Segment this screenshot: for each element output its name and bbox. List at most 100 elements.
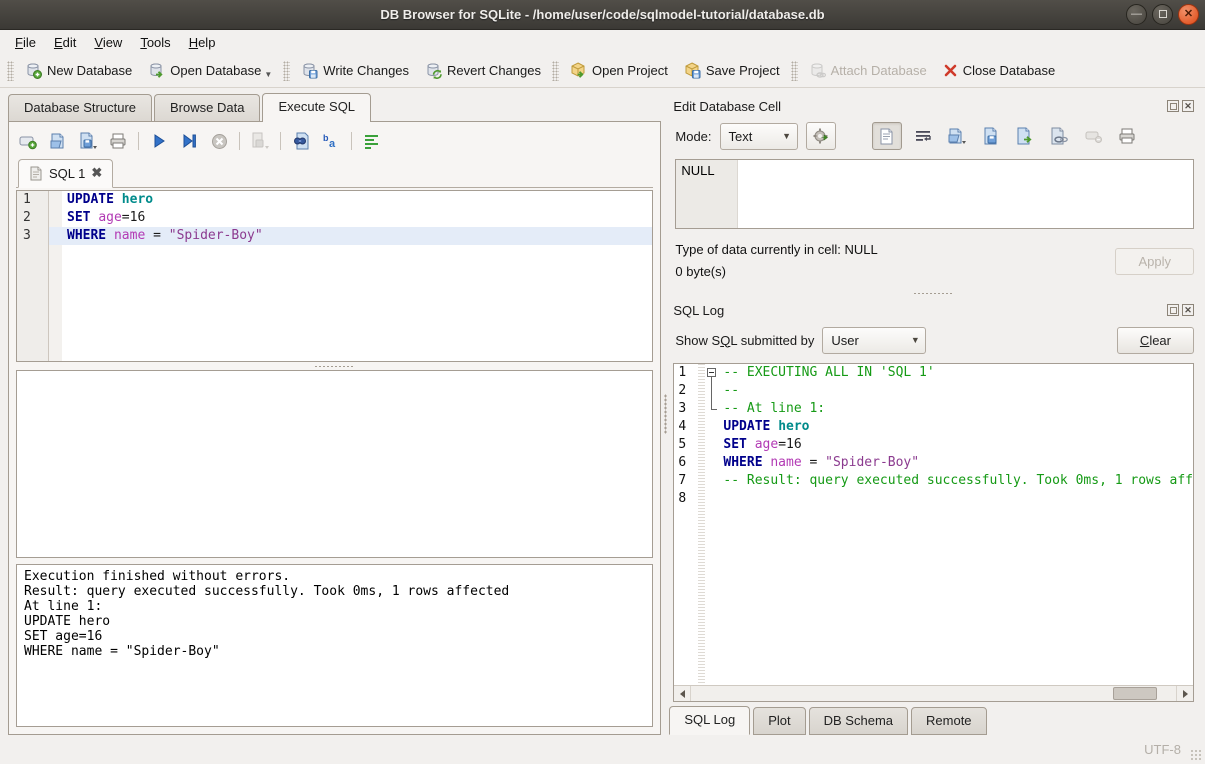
dock-splitter[interactable]: [669, 289, 1196, 297]
open-sql-tab-button[interactable]: [18, 131, 38, 151]
code-token: WHERE: [67, 228, 106, 243]
sql-log-line[interactable]: 5SET age=16: [674, 436, 1193, 454]
close-dock-icon[interactable]: ✕: [1182, 100, 1194, 112]
menu-view[interactable]: View: [85, 32, 131, 53]
scrollbar-track[interactable]: [691, 686, 1176, 701]
maximize-button[interactable]: [1152, 4, 1173, 25]
scrollbar-thumb[interactable]: [1113, 687, 1157, 700]
close-sql-tab-icon[interactable]: ✖: [91, 165, 102, 181]
execute-current-line-button[interactable]: [179, 131, 199, 151]
code-token: [747, 437, 755, 452]
sql-log-line[interactable]: 1-- EXECUTING ALL IN 'SQL 1': [674, 364, 1193, 382]
save-as-template-button[interactable]: [1013, 124, 1038, 148]
print-sql-button[interactable]: [108, 131, 128, 151]
menu-tools[interactable]: Tools: [131, 32, 179, 53]
open-project-button[interactable]: Open Project: [562, 58, 676, 83]
close-dock-icon[interactable]: ✕: [1182, 304, 1194, 316]
toolbar-separator: [239, 132, 240, 150]
close-database-icon: [943, 63, 958, 78]
code-token: name: [114, 228, 145, 243]
code-text: WHERE name = "Spider-Boy": [720, 454, 1193, 472]
cell-editor-area[interactable]: NULL: [675, 159, 1194, 229]
tab-plot[interactable]: Plot: [753, 707, 805, 735]
splitter-handle[interactable]: [16, 362, 653, 370]
code-text[interactable]: WHERE name = "Spider-Boy": [62, 227, 652, 245]
sql-log-empty-area[interactable]: [674, 508, 1193, 685]
tab-remote[interactable]: Remote: [911, 707, 987, 735]
fold-margin: [49, 227, 62, 245]
code-token: --: [723, 383, 739, 398]
tab-browse-data[interactable]: Browse Data: [154, 94, 260, 121]
code-token: SET: [723, 437, 746, 452]
float-dock-icon[interactable]: [1167, 100, 1179, 112]
vertical-splitter[interactable]: [661, 93, 669, 735]
sql-log-line[interactable]: 6WHERE name = "Spider-Boy": [674, 454, 1193, 472]
code-token: -- Result: query executed successfully. …: [723, 473, 1193, 488]
open-database-dropdown-icon[interactable]: ▼: [264, 70, 272, 79]
close-database-button[interactable]: Close Database: [935, 59, 1064, 82]
menu-help[interactable]: Help: [180, 32, 225, 53]
save-sql-file-button[interactable]: [78, 131, 98, 151]
main-tab-bar: Database Structure Browse Data Execute S…: [8, 93, 661, 121]
sql-log-line[interactable]: 4UPDATE hero: [674, 418, 1193, 436]
encoding-indicator[interactable]: UTF-8: [1144, 742, 1181, 757]
auto-apply-button[interactable]: [806, 122, 836, 150]
tab-execute-sql[interactable]: Execute SQL: [262, 93, 371, 122]
sql-log-view[interactable]: 1-- EXECUTING ALL IN 'SQL 1'2--3-- At li…: [673, 363, 1194, 702]
resize-grip-icon[interactable]: [1190, 749, 1203, 762]
horizontal-scrollbar[interactable]: [674, 685, 1193, 701]
sql-log-line[interactable]: 2--: [674, 382, 1193, 400]
print-cell-button[interactable]: [1115, 124, 1140, 148]
copy-link-button[interactable]: [1047, 124, 1072, 148]
word-wrap-cell-button[interactable]: [911, 124, 936, 148]
editor-empty-area[interactable]: [17, 245, 652, 361]
clear-log-button[interactable]: Clear: [1117, 327, 1194, 354]
tab-sql-log[interactable]: SQL Log: [669, 706, 750, 735]
write-changes-button[interactable]: Write Changes: [293, 58, 417, 83]
submitted-by-select[interactable]: User ▼: [822, 327, 926, 354]
results-grid[interactable]: [16, 370, 653, 558]
revert-changes-button[interactable]: Revert Changes: [417, 58, 549, 83]
execute-sql-button[interactable]: [149, 131, 169, 151]
export-cell-data-button[interactable]: [979, 124, 1004, 148]
sql-file-tab[interactable]: SQL 1 ✖: [18, 159, 113, 188]
code-text[interactable]: SET age=16: [62, 209, 652, 227]
sql-log-line[interactable]: 8: [674, 490, 1193, 508]
menu-file[interactable]: File: [6, 32, 45, 53]
editor-line[interactable]: 1UPDATE hero: [17, 191, 652, 209]
editor-line[interactable]: 3WHERE name = "Spider-Boy": [17, 227, 652, 245]
new-database-button[interactable]: New Database: [17, 58, 140, 83]
open-project-label: Open Project: [592, 63, 668, 78]
save-project-button[interactable]: Save Project: [676, 58, 788, 83]
scroll-right-button[interactable]: [1176, 686, 1193, 701]
minimize-button[interactable]: —: [1126, 4, 1147, 25]
sql-log-line[interactable]: 3-- At line 1:: [674, 400, 1193, 418]
code-token: hero: [778, 419, 809, 434]
open-project-icon: [570, 62, 587, 79]
close-button[interactable]: ✕: [1178, 4, 1199, 25]
format-sql-button[interactable]: ba: [321, 131, 341, 151]
cell-editor-content[interactable]: [738, 160, 1193, 228]
mode-select[interactable]: Text ▼: [720, 123, 798, 150]
tab-db-schema[interactable]: DB Schema: [809, 707, 908, 735]
float-dock-icon[interactable]: [1167, 304, 1179, 316]
import-cell-data-button[interactable]: [945, 124, 970, 148]
editor-line[interactable]: 2SET age=16: [17, 209, 652, 227]
open-database-button[interactable]: Open Database ▼: [140, 58, 280, 83]
execution-status-log[interactable]: Execution finished without errors.Result…: [16, 564, 653, 727]
code-text[interactable]: UPDATE hero: [62, 191, 652, 209]
sql-file-tab-bar: SQL 1 ✖: [16, 159, 653, 188]
line-number: 7: [674, 472, 698, 490]
scroll-left-button[interactable]: [674, 686, 691, 701]
cell-value-text: NULL: [676, 160, 738, 228]
open-sql-file-button[interactable]: [48, 131, 68, 151]
sql-editor[interactable]: 1UPDATE hero2SET age=163WHERE name = "Sp…: [16, 190, 653, 362]
word-wrap-button[interactable]: [362, 131, 382, 151]
sql-log-line[interactable]: 7 -- Result: query executed successfully.…: [674, 472, 1193, 490]
text-mode-button[interactable]: [872, 122, 902, 150]
fold-collapse-icon[interactable]: [707, 368, 716, 377]
menu-edit[interactable]: Edit: [45, 32, 85, 53]
find-in-sql-button[interactable]: [291, 131, 311, 151]
tab-database-structure[interactable]: Database Structure: [8, 94, 152, 121]
save-project-label: Save Project: [706, 63, 780, 78]
